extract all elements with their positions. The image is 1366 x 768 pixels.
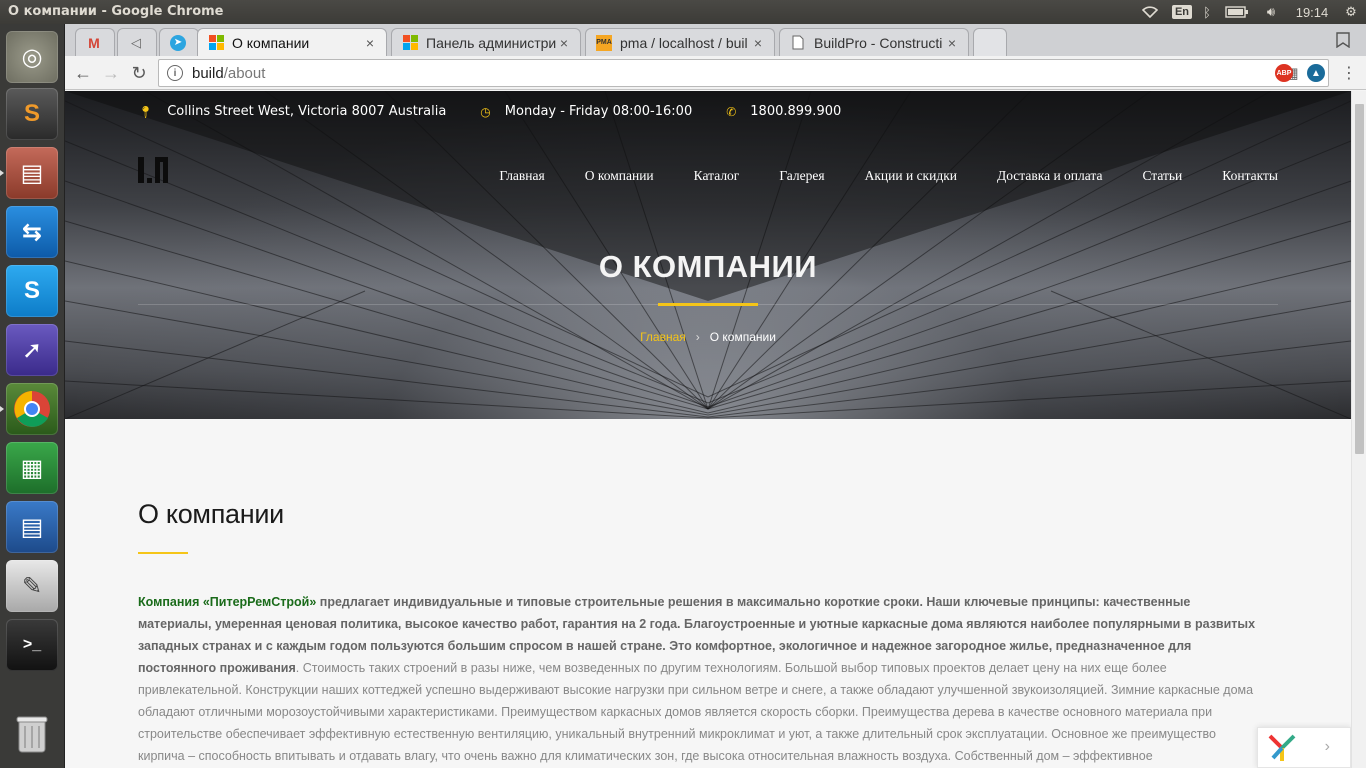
close-icon[interactable]: ×	[944, 35, 960, 51]
address-bar[interactable]: i build/about ▦ ☆	[158, 59, 1329, 87]
scrollbar-thumb[interactable]	[1355, 104, 1364, 454]
tab-title: Панель администрир	[426, 34, 556, 51]
menu-item-contacts[interactable]: Контакты	[1222, 168, 1278, 184]
breadcrumb-home-link[interactable]: Главная	[640, 330, 686, 344]
page-viewport: 📍︎ Collins Street West, Victoria 8007 Au…	[65, 91, 1351, 768]
about-paragraph: Компания «ПитерРемСтрой» предлагает инди…	[138, 591, 1258, 767]
menu-item-about[interactable]: О компании	[585, 168, 654, 184]
terminal-icon[interactable]: >_	[6, 619, 58, 671]
breadcrumb: Главная › О компании	[65, 330, 1351, 344]
chevron-right-icon: ›	[695, 330, 700, 344]
menu-item-home[interactable]: Главная	[499, 168, 544, 184]
bluetooth-icon[interactable]: ᛒ	[1200, 3, 1214, 21]
company-name: Компания «ПитерРемСтрой»	[138, 595, 317, 609]
section-heading: О компании	[138, 499, 284, 529]
widget-logo-icon	[1268, 734, 1296, 761]
phone-info: ✆ 1800.899.900	[726, 104, 842, 119]
audio-icon: ◁	[131, 34, 141, 50]
document-icon	[790, 35, 806, 51]
close-icon[interactable]: ×	[362, 35, 378, 51]
tab-title: О компании	[232, 34, 310, 51]
back-arrow-icon[interactable]: ←	[71, 61, 95, 85]
windows-logo-icon	[402, 35, 418, 51]
menu-item-gallery[interactable]: Галерея	[779, 168, 824, 184]
menu-kebab-icon[interactable]: ⋮	[1337, 61, 1361, 85]
ubuntu-dash-icon[interactable]: ◎	[6, 31, 58, 83]
keyboard-layout-indicator[interactable]: En	[1171, 3, 1193, 21]
floating-widget[interactable]: ›	[1257, 727, 1351, 768]
address-info: 📍︎ Collins Street West, Victoria 8007 Au…	[138, 104, 447, 119]
info-icon[interactable]: i	[167, 65, 183, 81]
teamviewer-icon[interactable]: ⇆	[6, 206, 58, 258]
trash-icon[interactable]	[6, 708, 58, 760]
clock-icon: ◷	[480, 104, 491, 119]
reload-icon[interactable]: ↻	[127, 61, 151, 85]
url-host: build	[192, 64, 224, 82]
tab-buildpro[interactable]: BuildPro - Constructi ×	[779, 28, 969, 56]
spreadsheet-icon[interactable]: ▦	[6, 442, 58, 494]
sublime-text-icon[interactable]: S	[6, 88, 58, 140]
url-path: /about	[223, 64, 266, 82]
phpmyadmin-icon: PMA	[596, 34, 612, 51]
tab-about[interactable]: О компании ×	[197, 28, 387, 56]
breadcrumb-current: О компании	[709, 330, 776, 344]
tab-gmail[interactable]: M	[75, 28, 115, 56]
heading-underline	[138, 552, 188, 554]
new-tab-button[interactable]	[973, 28, 1007, 56]
menu-item-promotions[interactable]: Акции и скидки	[865, 168, 957, 184]
tab-title: BuildPro - Constructi	[814, 34, 943, 51]
hours-info: ◷ Monday - Friday 08:00-16:00	[480, 104, 693, 119]
chevron-right-icon[interactable]: ›	[1325, 738, 1330, 756]
running-indicator	[0, 170, 4, 176]
main-menu: Главная О компании Каталог Галерея Акции…	[459, 168, 1278, 184]
menu-item-articles[interactable]: Статьи	[1142, 168, 1182, 184]
forward-arrow-icon[interactable]: →	[99, 61, 123, 85]
menu-item-delivery[interactable]: Доставка и оплата	[997, 168, 1102, 184]
ubuntu-top-panel: О компании - Google Chrome En ᛒ 🔊︎ 19:14…	[0, 0, 1366, 24]
tab-strip: M ◁ ➤ О компании × Панель администрир × …	[65, 24, 1366, 56]
wifi-icon[interactable]	[1140, 3, 1160, 21]
writer-document-icon[interactable]: ▤	[6, 501, 58, 553]
windows-logo-icon	[208, 35, 224, 51]
text-editor-icon[interactable]: ✎	[6, 560, 58, 612]
running-indicator	[0, 406, 4, 412]
gmail-icon: M	[88, 34, 100, 51]
chrome-icon[interactable]	[6, 383, 58, 435]
skype-icon[interactable]: S	[6, 265, 58, 317]
hero-banner: 📍︎ Collins Street West, Victoria 8007 Au…	[65, 91, 1351, 419]
close-icon[interactable]: ×	[556, 35, 572, 51]
menu-item-catalog[interactable]: Каталог	[694, 168, 740, 184]
gear-icon[interactable]: ⚙	[1342, 3, 1360, 21]
window-title: О компании - Google Chrome	[8, 4, 224, 19]
tab-phpmyadmin[interactable]: PMA pma / localhost / buil ×	[585, 28, 775, 56]
telegram-icon: ➤	[170, 34, 186, 51]
extension-icon[interactable]: ▲	[1307, 64, 1325, 82]
about-section: О компании Компания «ПитерРемСтрой» пред…	[138, 499, 1258, 767]
browser-toolbar: ← → ↻ i build/about ▦ ☆ ABP ▲ ⋮	[65, 56, 1366, 90]
tab-admin-panel[interactable]: Панель администрир ×	[391, 28, 581, 56]
battery-icon[interactable]	[1224, 3, 1250, 21]
accent-underline	[658, 303, 758, 306]
volume-icon[interactable]: 🔊︎	[1260, 3, 1282, 21]
tab-title: pma / localhost / buil	[620, 34, 748, 51]
close-icon[interactable]: ×	[750, 35, 766, 51]
adblock-icon[interactable]: ABP	[1275, 64, 1293, 82]
tab-telegram[interactable]: ➤	[159, 28, 199, 56]
user-profile-icon[interactable]	[1336, 32, 1352, 49]
contact-info-bar: 📍︎ Collins Street West, Victoria 8007 Au…	[138, 104, 875, 119]
tab-audio[interactable]: ◁	[117, 28, 157, 56]
files-icon[interactable]: ▤	[6, 147, 58, 199]
body-text: . Стоимость таких строений в разы ниже, …	[138, 661, 1254, 763]
screenshot-tool-icon[interactable]: ➚	[6, 324, 58, 376]
page-title: О КОМПАНИИ	[598, 249, 818, 284]
page-scrollbar[interactable]	[1351, 91, 1366, 768]
site-logo[interactable]	[138, 157, 176, 183]
launcher: ◎ S ▤ ⇆ S ➚ ▦ ▤ ✎ >_	[0, 24, 65, 768]
map-pin-icon: 📍︎	[138, 104, 154, 119]
clock[interactable]: 19:14	[1292, 3, 1332, 21]
phone-icon: ✆	[726, 104, 737, 119]
